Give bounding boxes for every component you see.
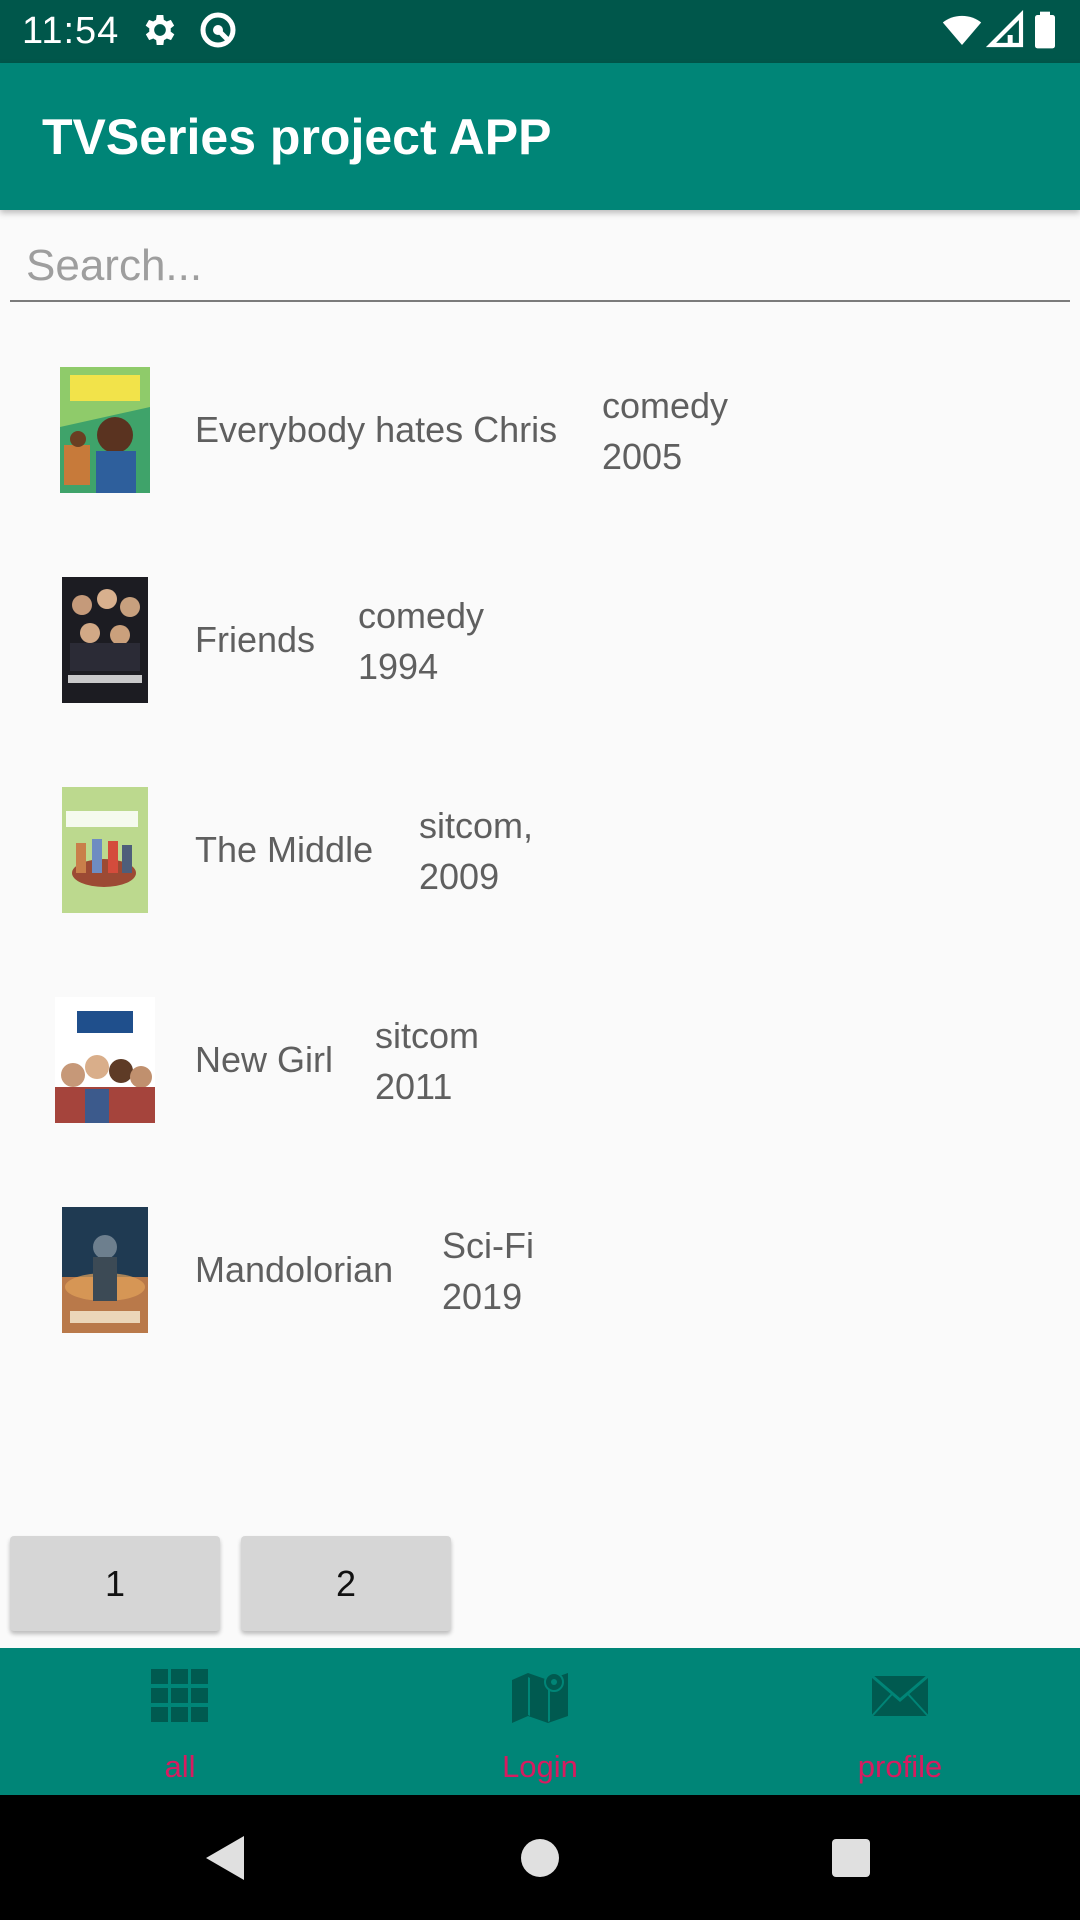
- series-list: Everybody hates Chris comedy 2005 Friend…: [0, 305, 1080, 1355]
- page-1-button[interactable]: 1: [10, 1536, 220, 1631]
- series-name: Everybody hates Chris: [195, 409, 558, 450]
- series-name: Friends: [195, 619, 316, 660]
- series-name: New Girl: [195, 1039, 334, 1080]
- nav-label: profile: [857, 1749, 943, 1784]
- series-meta: comedy 2005: [602, 380, 728, 482]
- series-genre: sitcom,: [419, 805, 534, 846]
- mail-icon: [871, 1674, 929, 1717]
- series-meta: sitcom 2011: [375, 1010, 479, 1112]
- page-2-button[interactable]: 2: [241, 1536, 451, 1631]
- series-genre: Sci-Fi: [442, 1225, 534, 1266]
- series-year: 1994: [358, 646, 439, 687]
- nav-label: Login: [502, 1749, 578, 1784]
- page-title: TVSeries project APP: [42, 109, 552, 165]
- series-meta: comedy 1994: [358, 590, 484, 692]
- nav-item-profile[interactable]: profile: [720, 1648, 1080, 1795]
- list-item[interactable]: The Middle sitcom, 2009: [0, 725, 1080, 935]
- nav-item-login[interactable]: Login: [360, 1648, 720, 1795]
- map-icon: [512, 1672, 568, 1723]
- grid-icon: [151, 1669, 208, 1722]
- series-name: Mandolorian: [195, 1249, 394, 1290]
- series-year: 2019: [442, 1276, 523, 1317]
- list-item[interactable]: Everybody hates Chris comedy 2005: [0, 305, 1080, 515]
- poster-mandolorian: [62, 1207, 148, 1333]
- series-year: 2009: [419, 856, 500, 897]
- nav-item-all[interactable]: all: [0, 1648, 360, 1795]
- series-genre: comedy: [602, 385, 729, 426]
- recents-icon[interactable]: [823, 1830, 879, 1886]
- series-genre: sitcom: [375, 1015, 480, 1056]
- list-item[interactable]: Mandolorian Sci-Fi 2019: [0, 1145, 1080, 1355]
- signal-icon: [986, 10, 1024, 48]
- poster-new-girl: [55, 997, 155, 1123]
- poster-everybody-hates-chris: [60, 367, 150, 493]
- list-item[interactable]: New Girl sitcom 2011: [0, 935, 1080, 1145]
- search-input[interactable]: [10, 232, 1070, 302]
- battery-icon: [1035, 11, 1055, 49]
- status-bar: 11:54: [0, 0, 1080, 63]
- status-time: 11:54: [22, 10, 120, 52]
- home-icon[interactable]: [512, 1830, 568, 1886]
- series-meta: sitcom, 2009: [419, 800, 533, 902]
- poster-friends: [62, 577, 148, 703]
- series-year: 2005: [602, 436, 683, 477]
- nav-label: all: [164, 1749, 196, 1784]
- system-nav-bar: [0, 1795, 1080, 1920]
- series-genre: comedy: [358, 595, 485, 636]
- app-bar: TVSeries project APP: [0, 63, 1080, 210]
- no-sync-icon: [200, 12, 236, 48]
- bottom-nav: all Login profile: [0, 1648, 1080, 1795]
- series-year: 2011: [375, 1066, 453, 1107]
- gear-icon: [145, 15, 175, 45]
- wifi-icon: [942, 15, 982, 45]
- series-meta: Sci-Fi 2019: [442, 1220, 534, 1322]
- list-item[interactable]: Friends comedy 1994: [0, 515, 1080, 725]
- back-icon[interactable]: [198, 1830, 254, 1886]
- poster-the-middle: [62, 787, 148, 913]
- series-name: The Middle: [195, 829, 374, 870]
